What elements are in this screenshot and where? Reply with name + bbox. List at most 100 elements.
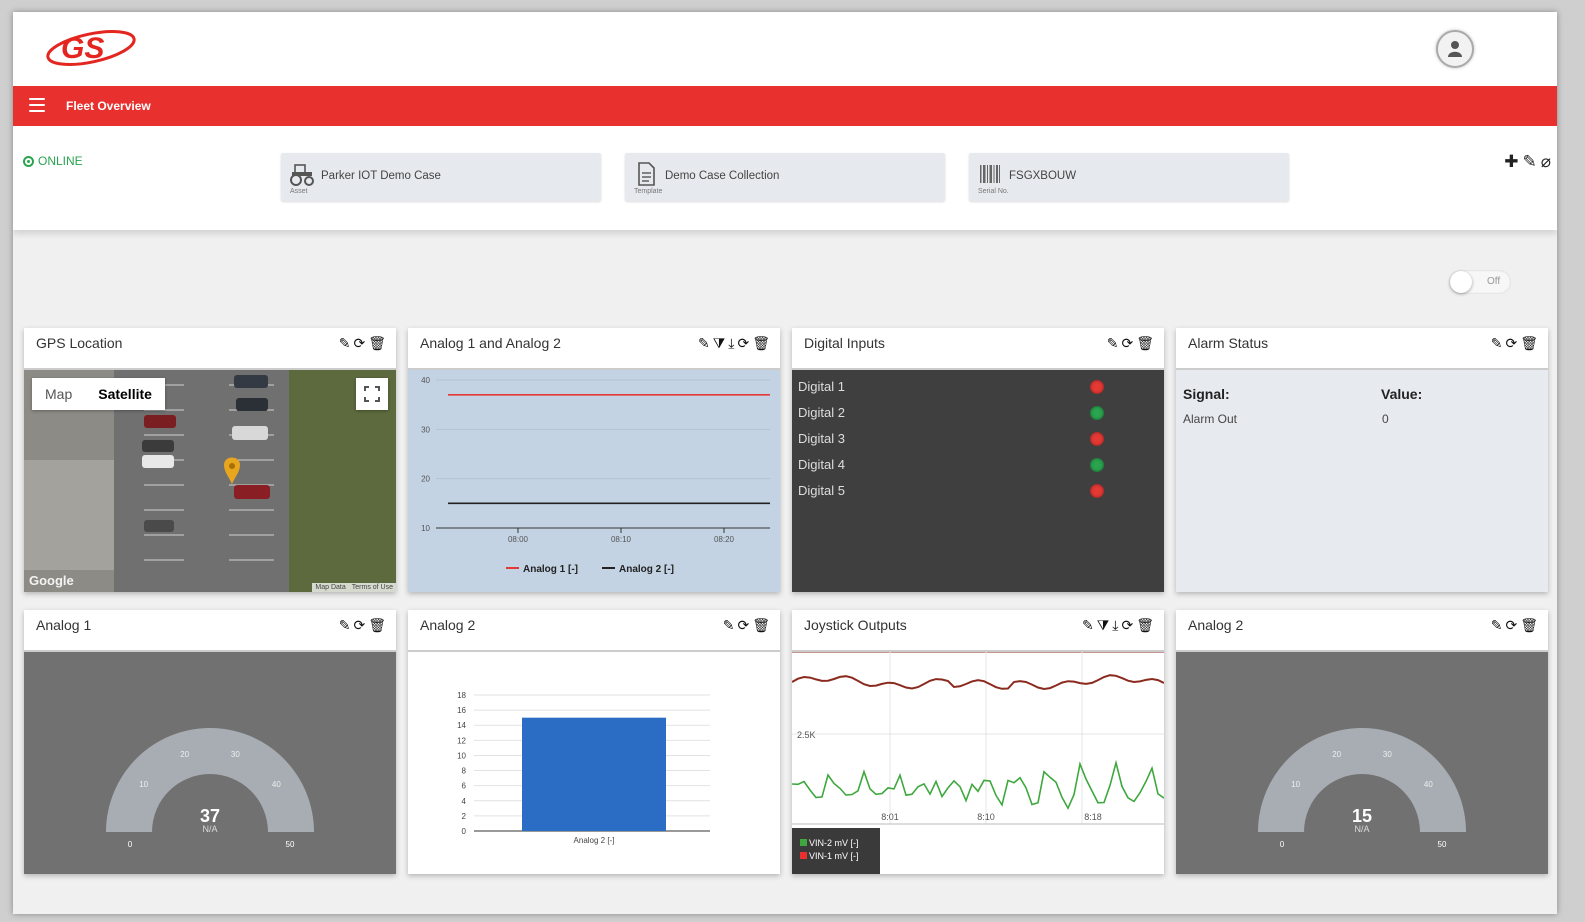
asset-value: Parker IOT Demo Case — [321, 170, 441, 182]
filter-icon[interactable]: ⧩ — [713, 335, 726, 352]
alarm-value: 0 — [1382, 412, 1389, 426]
y-tick-label: 30 — [421, 425, 430, 434]
edit-icon[interactable]: ✎ — [339, 617, 351, 634]
map-data-link[interactable]: Map Data — [315, 584, 345, 591]
download-icon[interactable]: ⤓ — [728, 335, 734, 352]
edit-icon[interactable]: ✎ — [1082, 617, 1094, 634]
delete-icon[interactable]: 🗑 — [752, 617, 770, 634]
bar — [522, 717, 666, 831]
gauge-unit: N/A — [1354, 824, 1369, 834]
chart-area: 10 20 30 40 08:00 08:10 08:20 Analog 1 [-] Analo… — [408, 370, 780, 592]
refresh-icon[interactable]: ⟳ — [737, 617, 749, 634]
asset-info-bar: ONLINE Parker IOT Demo Case Asset Demo C… — [13, 126, 1557, 230]
serial-label: Serial No. — [978, 188, 1009, 195]
digital-inputs-widget: Digital Inputs ✎ ⟳ 🗑 Digital 1 Digital 2… — [792, 328, 1164, 592]
x-tick-label: 8:10 — [977, 812, 995, 822]
y-tick-label: 18 — [457, 691, 466, 700]
terms-link[interactable]: Terms of Use — [352, 584, 393, 591]
satellite-map[interactable]: Map Satellite Google Map Data Terms of U… — [24, 370, 396, 592]
widget-tools: ✎ ⟳ 🗑 — [1491, 617, 1538, 634]
gauge-unit: N/A — [202, 824, 217, 834]
widget-tools: ✎ ⧩ ⤓ ⟳ 🗑 — [698, 335, 770, 352]
edit-icon[interactable]: ✎ — [339, 335, 351, 352]
map-type-tabs: Map Satellite — [32, 378, 165, 410]
x-tick-label: 8:18 — [1084, 812, 1102, 822]
toggle-label: Off — [1487, 276, 1501, 287]
document-icon — [638, 162, 655, 186]
refresh-icon[interactable]: ⟳ — [1121, 335, 1133, 352]
gauge-tick-label: 10 — [1291, 780, 1300, 789]
menu-icon[interactable] — [29, 98, 45, 112]
asset-chip[interactable]: Parker IOT Demo Case Asset — [281, 153, 601, 201]
edit-icon[interactable]: ✎ — [1491, 617, 1503, 634]
gauge-tick-label: 50 — [1438, 840, 1447, 849]
add-icon[interactable]: ✚ — [1504, 152, 1518, 172]
digital-2-label: Digital 2 — [798, 405, 845, 420]
x-tick-label: 08:10 — [611, 535, 632, 544]
digital-3-led — [1090, 432, 1104, 446]
widget-tools: ✎ ⟳ 🗑 — [339, 617, 386, 634]
template-chip[interactable]: Demo Case Collection Template — [625, 153, 945, 201]
edit-icon[interactable]: ✎ — [698, 335, 710, 352]
widget-header: Digital Inputs ✎ ⟳ 🗑 — [792, 328, 1164, 370]
gauge-tick-label: 40 — [1424, 780, 1433, 789]
widget-tools: ✎ ⟳ 🗑 — [339, 335, 386, 352]
alarm-table: Signal: Value: Alarm Out 0 — [1176, 370, 1548, 592]
gauge-tick-label: 10 — [139, 780, 148, 789]
gauge-tick-label: 40 — [272, 780, 281, 789]
fullscreen-button[interactable] — [356, 378, 388, 410]
widget-title: Digital Inputs — [804, 335, 885, 351]
refresh-icon[interactable]: ⟳ — [1121, 617, 1133, 634]
y-tick-label: 16 — [457, 706, 466, 715]
analog-line-chart[interactable]: 10 20 30 40 08:00 08:10 08:20 Analog 1 [-] Analo… — [408, 370, 780, 592]
top-bar: GS — [13, 12, 1557, 86]
refresh-icon[interactable]: ⟳ — [353, 335, 365, 352]
legend-label: VIN-1 mV [-] — [809, 851, 859, 861]
delete-icon[interactable]: 🗑 — [368, 335, 386, 352]
y-tick-label: 2 — [462, 812, 467, 821]
live-toggle[interactable]: Off — [1449, 270, 1511, 294]
edit-icon[interactable]: ✎ — [1523, 152, 1537, 172]
y-tick-label: 14 — [457, 721, 466, 730]
digital-4-label: Digital 4 — [798, 457, 845, 472]
joystick-legend: VIN-2 mV [-] VIN-1 mV [-] — [792, 828, 880, 874]
logo-text: GS — [61, 32, 104, 65]
delete-icon[interactable]: 🗑 — [1520, 335, 1538, 352]
serial-chip[interactable]: FSGXBOUW Serial No. — [969, 153, 1289, 201]
gps-location-widget: GPS Location ✎ ⟳ 🗑 Map Satellite Google … — [24, 328, 396, 592]
gs-logo[interactable]: GS — [41, 24, 137, 72]
legend-label: Analog 1 [-] — [523, 564, 578, 575]
toggle-knob — [1450, 271, 1472, 293]
gauge-tick-label: 30 — [231, 750, 240, 759]
signal-header: Signal: — [1183, 386, 1230, 402]
edit-icon[interactable]: ✎ — [1491, 335, 1503, 352]
digital-5-label: Digital 5 — [798, 483, 845, 498]
delete-icon[interactable]: 🗑 — [1136, 335, 1154, 352]
tab-map[interactable]: Map — [32, 378, 85, 410]
tab-satellite[interactable]: Satellite — [85, 378, 165, 410]
analog-2-bar-chart[interactable]: 0 2 4 6 8 10 12 14 16 18 Analog 2 [-] — [408, 652, 780, 874]
analog-2-bar-widget: Analog 2 ✎ ⟳ 🗑 0 2 4 6 8 10 12 14 16 18 Analog 2 [… — [408, 610, 780, 874]
edit-icon[interactable]: ✎ — [1107, 335, 1119, 352]
widget-header: Alarm Status ✎ ⟳ 🗑 — [1176, 328, 1548, 370]
delete-icon[interactable]: 🗑 — [1520, 617, 1538, 634]
delete-icon[interactable]: 🗑 — [368, 617, 386, 634]
widget-tools: ✎ ⧩ ⤓ ⟳ 🗑 — [1082, 617, 1154, 634]
refresh-icon[interactable]: ⟳ — [1505, 335, 1517, 352]
user-avatar-button[interactable] — [1436, 30, 1474, 68]
filter-icon[interactable]: ⧩ — [1097, 617, 1110, 634]
template-label: Template — [634, 188, 663, 195]
barcode-icon — [980, 165, 1000, 183]
download-icon[interactable]: ⤓ — [1112, 617, 1118, 634]
attach-icon[interactable]: ⌀ — [1541, 152, 1551, 172]
refresh-icon[interactable]: ⟳ — [353, 617, 365, 634]
edit-icon[interactable]: ✎ — [723, 617, 735, 634]
refresh-icon[interactable]: ⟳ — [737, 335, 749, 352]
chart-area: 0 2 4 6 8 10 12 14 16 18 Analog 2 [-] — [408, 652, 780, 874]
widget-header: GPS Location ✎ ⟳ 🗑 — [24, 328, 396, 370]
delete-icon[interactable]: 🗑 — [752, 335, 770, 352]
refresh-icon[interactable]: ⟳ — [1505, 617, 1517, 634]
gauge-tick-label: 0 — [128, 840, 133, 849]
delete-icon[interactable]: 🗑 — [1136, 617, 1154, 634]
widget-header: Analog 1 and Analog 2 ✎ ⧩ ⤓ ⟳ 🗑 — [408, 328, 780, 370]
